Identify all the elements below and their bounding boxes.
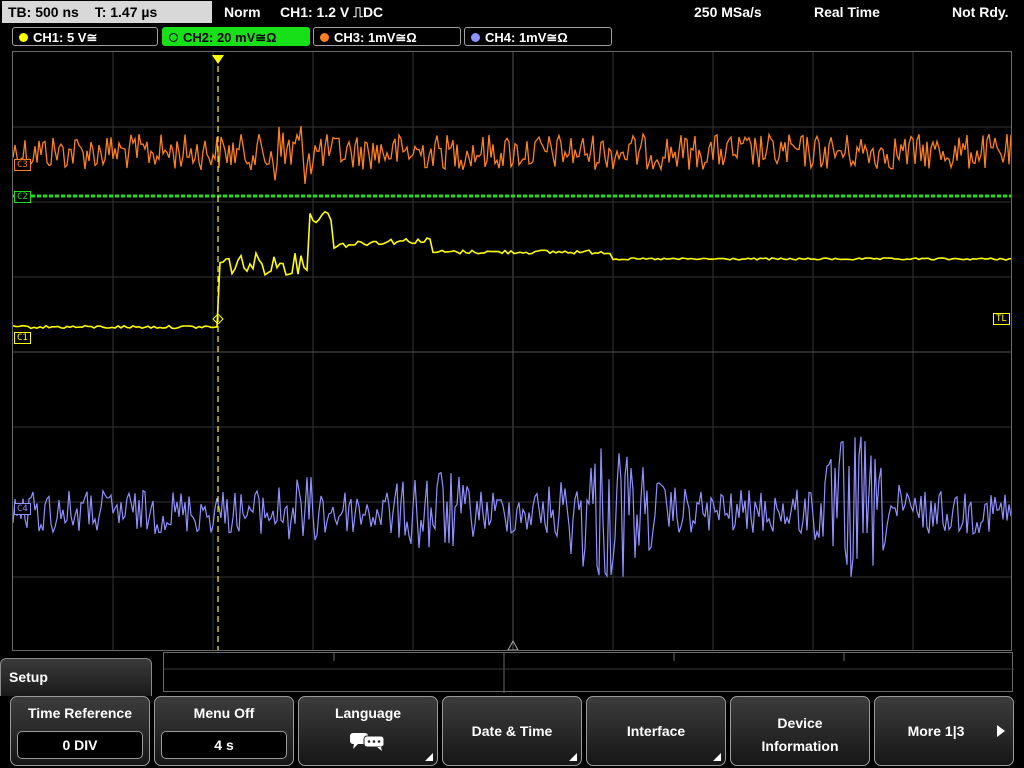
ch1-label: CH1: 5 V≅ (33, 30, 98, 45)
device-information-line1: Device (777, 715, 823, 731)
date-time-label: Date & Time (471, 723, 553, 739)
interface-button[interactable]: Interface (586, 696, 726, 766)
channel-tabs: CH1: 5 V≅ CH2: 20 mV≅Ω CH3: 1mV≅Ω CH4: 1… (0, 27, 1024, 49)
speech-bubbles-icon (350, 733, 385, 751)
menu-off-button[interactable]: Menu Off 4 s (154, 696, 294, 766)
time-reference-value: 0 DIV (17, 731, 143, 759)
interface-label: Interface (626, 723, 686, 739)
waveform-svg (13, 52, 1011, 650)
tab-ch1[interactable]: CH1: 5 V≅ (12, 27, 158, 46)
acquisition-mode[interactable]: Real Time (814, 4, 880, 20)
trigger-time-value: T: 1.47 µs (94, 4, 158, 20)
ch3-color-dot-icon (320, 33, 329, 42)
ch3-label: CH3: 1mV≅Ω (334, 30, 417, 45)
menu-title: Setup (9, 669, 48, 685)
ch1-color-dot-icon (19, 33, 28, 42)
submenu-corner-icon (569, 753, 577, 761)
time-reference-label: Time Reference (27, 705, 132, 721)
ch2-label: CH2: 20 mV≅Ω (183, 30, 277, 45)
submenu-corner-icon (425, 753, 433, 761)
tab-ch3[interactable]: CH3: 1mV≅Ω (313, 27, 461, 46)
language-button[interactable]: Language (298, 696, 438, 766)
acquisition-status: Not Rdy. (952, 4, 1009, 20)
next-page-arrow-icon (997, 725, 1005, 737)
tab-ch4[interactable]: CH4: 1mV≅Ω (464, 27, 612, 46)
ch4-color-dot-icon (471, 33, 480, 42)
top-status-bar: TB: 500 ns T: 1.47 µs Norm CH1: 1.2 V ⎍D… (0, 0, 1024, 26)
waveform-display[interactable]: C3 C2 C1 C4 TL (12, 51, 1012, 651)
ch2-color-dot-icon (169, 33, 178, 42)
tab-ch2[interactable]: CH2: 20 mV≅Ω (162, 27, 310, 46)
device-information-button[interactable]: Device Information (730, 696, 870, 766)
trigger-mode[interactable]: Norm (224, 4, 261, 20)
submenu-corner-icon (713, 753, 721, 761)
ch1-offset-marker[interactable]: C1 (14, 332, 31, 344)
graticule-grid (13, 52, 1011, 650)
device-information-label: Device Information (731, 712, 869, 758)
ch4-offset-marker[interactable]: C4 (14, 503, 31, 515)
more-label: More 1|3 (907, 723, 965, 739)
time-reference-button[interactable]: Time Reference 0 DIV (10, 696, 150, 766)
menu-off-value: 4 s (161, 731, 287, 759)
device-information-line2: Information (761, 738, 839, 754)
language-label: Language (334, 705, 402, 721)
more-button[interactable]: More 1|3 (874, 696, 1014, 766)
timebase-value: TB: 500 ns (8, 4, 79, 20)
ch4-label: CH4: 1mV≅Ω (485, 30, 568, 45)
menu-title-tab: Setup (0, 658, 152, 696)
date-time-button[interactable]: Date & Time (442, 696, 582, 766)
trigger-position-arrow-icon[interactable] (212, 55, 224, 64)
ch3-offset-marker[interactable]: C3 (14, 159, 31, 171)
sample-rate: 250 MSa/s (694, 4, 762, 20)
timebase-box[interactable]: TB: 500 ns T: 1.47 µs (2, 1, 212, 23)
ch2-offset-marker[interactable]: C2 (14, 191, 31, 203)
softkey-bar: Time Reference 0 DIV Menu Off 4 s Langua… (0, 696, 1024, 768)
info-strip-grid (164, 653, 1014, 693)
menu-off-label: Menu Off (193, 705, 255, 721)
trigger-setting[interactable]: CH1: 1.2 V ⎍DC (280, 4, 383, 21)
info-strip (163, 652, 1014, 693)
trigger-level-marker[interactable]: TL (993, 313, 1010, 325)
